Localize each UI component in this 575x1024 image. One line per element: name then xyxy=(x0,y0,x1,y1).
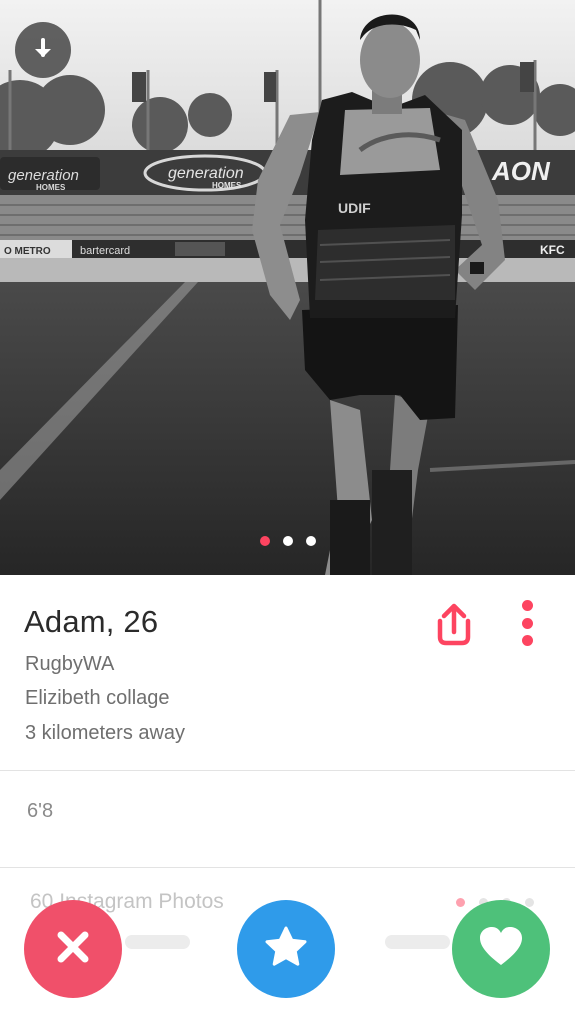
svg-text:AON: AON xyxy=(491,156,551,186)
photo-pagination xyxy=(0,536,575,546)
profile-photo[interactable]: generation HOMES generation HOMES AON O … xyxy=(0,0,575,575)
download-icon xyxy=(30,37,56,63)
download-button[interactable] xyxy=(15,22,71,78)
photo-dot-2[interactable] xyxy=(282,536,293,546)
more-vertical-icon xyxy=(521,600,533,611)
nope-button[interactable] xyxy=(24,900,122,998)
instagram-placeholder xyxy=(125,935,190,949)
photo-dot-3[interactable] xyxy=(305,536,316,546)
close-icon xyxy=(53,927,93,972)
star-icon xyxy=(263,924,309,975)
profile-school: Elizibeth collage xyxy=(25,687,170,709)
share-icon xyxy=(428,603,480,655)
divider xyxy=(0,770,575,771)
svg-text:O METRO: O METRO xyxy=(4,246,51,257)
like-button[interactable] xyxy=(452,900,550,998)
svg-text:KFC: KFC xyxy=(540,243,565,257)
more-options-button[interactable] xyxy=(512,597,542,649)
svg-text:HOMES: HOMES xyxy=(212,181,242,190)
heart-icon xyxy=(477,925,525,974)
svg-text:UDIF: UDIF xyxy=(338,200,371,216)
divider xyxy=(0,867,575,868)
profile-height: 6'8 xyxy=(27,800,54,822)
profile-distance: 3 kilometers away xyxy=(25,722,186,744)
profile-job: RugbyWA xyxy=(25,653,115,675)
share-button[interactable] xyxy=(428,599,480,651)
svg-text:generation: generation xyxy=(168,165,244,182)
instagram-placeholder xyxy=(385,935,450,949)
svg-text:HOMES: HOMES xyxy=(36,183,66,192)
athlete-photo: generation HOMES generation HOMES AON O … xyxy=(0,0,575,575)
svg-text:generation: generation xyxy=(8,167,79,184)
profile-name-age: Adam, 26 xyxy=(24,604,159,639)
super-like-button[interactable] xyxy=(237,900,335,998)
photo-dot-1[interactable] xyxy=(259,536,270,546)
svg-text:bartercard: bartercard xyxy=(80,245,130,257)
